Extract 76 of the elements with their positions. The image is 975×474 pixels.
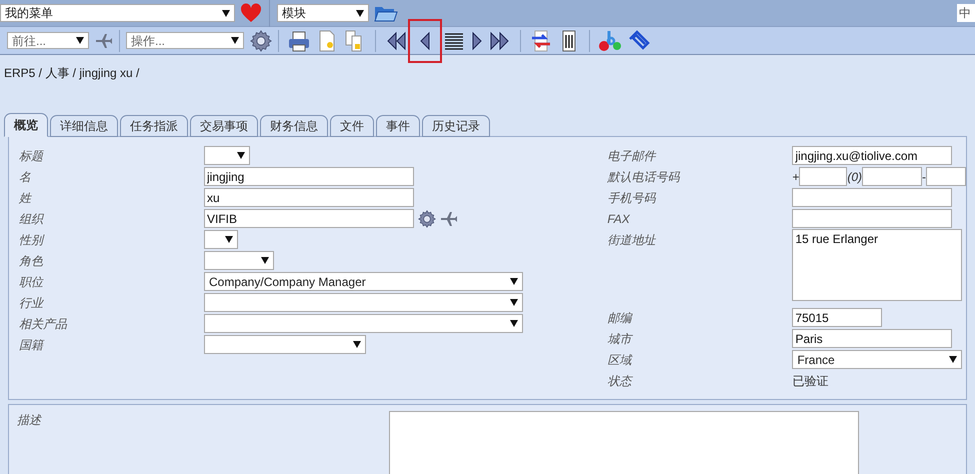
- input-field[interactable]: [799, 167, 848, 186]
- input-field[interactable]: 75015: [792, 308, 882, 327]
- action-dropdown[interactable]: 操作...: [126, 32, 244, 49]
- tab[interactable]: 概览: [4, 113, 48, 137]
- caret-icon: [510, 278, 518, 285]
- field-label: 角色: [19, 252, 44, 270]
- field-label: FAX: [607, 210, 631, 228]
- caret-icon: [231, 37, 239, 44]
- caret-icon: [225, 236, 233, 243]
- input-field[interactable]: jingjing.xu@tiolive.com: [792, 146, 952, 165]
- field-label: 状态: [607, 372, 634, 390]
- input-field[interactable]: [792, 209, 952, 228]
- exchange-icon[interactable]: [529, 28, 553, 52]
- field-label: 性别: [19, 232, 46, 248]
- field-label: 电子邮件: [607, 148, 658, 164]
- field-label: 职位: [19, 274, 44, 290]
- airplane-icon[interactable]: [95, 32, 113, 50]
- input-field[interactable]: jingjing: [204, 167, 414, 186]
- input-field[interactable]: xu: [204, 188, 414, 207]
- field-label: 区域: [607, 352, 634, 368]
- caret-icon: [237, 152, 245, 159]
- field-label: 默认电话号码: [607, 168, 682, 186]
- field-label: 城市: [607, 330, 634, 348]
- module-dropdown[interactable]: 模块: [277, 4, 369, 22]
- input-field[interactable]: Paris: [792, 329, 952, 348]
- tab[interactable]: 文件: [330, 115, 374, 137]
- tab[interactable]: 任务指派: [120, 115, 188, 137]
- dropdown[interactable]: [204, 251, 274, 270]
- tab[interactable]: 交易事项: [190, 115, 258, 137]
- area-code-mark: (0): [847, 168, 862, 186]
- field-label: 组织: [19, 210, 45, 228]
- airplane-icon[interactable]: [440, 210, 458, 228]
- caret-icon: [510, 299, 518, 306]
- text-area[interactable]: 15 rue Erlanger: [792, 229, 962, 301]
- phone-separator: -: [922, 168, 926, 186]
- field-label: 街道地址: [607, 232, 657, 249]
- dropdown[interactable]: [204, 230, 238, 249]
- caret-icon: [949, 356, 958, 363]
- field-label: 手机号码: [607, 190, 658, 206]
- field-label: 邮编: [607, 310, 634, 326]
- input-field[interactable]: [926, 167, 966, 186]
- text-area[interactable]: [389, 411, 859, 474]
- breadcrumb: ERP5 / 人事 / jingjing xu /: [4, 66, 140, 80]
- field-value: 已验证: [792, 372, 828, 390]
- tab[interactable]: 详细信息: [50, 115, 118, 137]
- phone-prefix: +: [792, 168, 800, 186]
- caret-icon: [222, 10, 230, 16]
- field-label: 国籍: [19, 336, 46, 354]
- dropdown[interactable]: France: [792, 350, 962, 369]
- heart-icon[interactable]: [240, 3, 262, 23]
- field-label: 标题: [19, 148, 45, 164]
- field-label: 行业: [19, 294, 45, 312]
- caret-icon: [261, 257, 269, 264]
- printer-icon[interactable]: [287, 28, 311, 52]
- field-label: 描述: [17, 412, 43, 429]
- field-label: 姓: [19, 190, 33, 206]
- caret-icon: [76, 37, 84, 44]
- gear-icon[interactable]: [250, 30, 272, 52]
- field-label: 相关产品: [19, 316, 68, 332]
- language-field[interactable]: 中: [957, 4, 975, 22]
- input-field[interactable]: [862, 167, 922, 186]
- jump-dropdown[interactable]: 前往...: [7, 32, 89, 49]
- input-field[interactable]: [792, 188, 952, 207]
- tab[interactable]: 事件: [376, 115, 420, 137]
- caret-icon: [353, 341, 361, 348]
- dropdown[interactable]: [204, 146, 250, 165]
- gear-icon[interactable]: [418, 210, 436, 228]
- tab[interactable]: 财务信息: [260, 115, 328, 137]
- dropdown[interactable]: Company/Company Manager: [204, 272, 523, 291]
- menu-dropdown[interactable]: 我的菜单: [0, 4, 235, 22]
- input-field[interactable]: VIFIB: [204, 209, 414, 228]
- spellcheck-icon[interactable]: [598, 28, 622, 52]
- field-label: 名: [19, 168, 32, 186]
- caret-icon: [510, 320, 518, 327]
- caret-icon: [356, 10, 364, 16]
- tab[interactable]: 历史记录: [422, 115, 490, 137]
